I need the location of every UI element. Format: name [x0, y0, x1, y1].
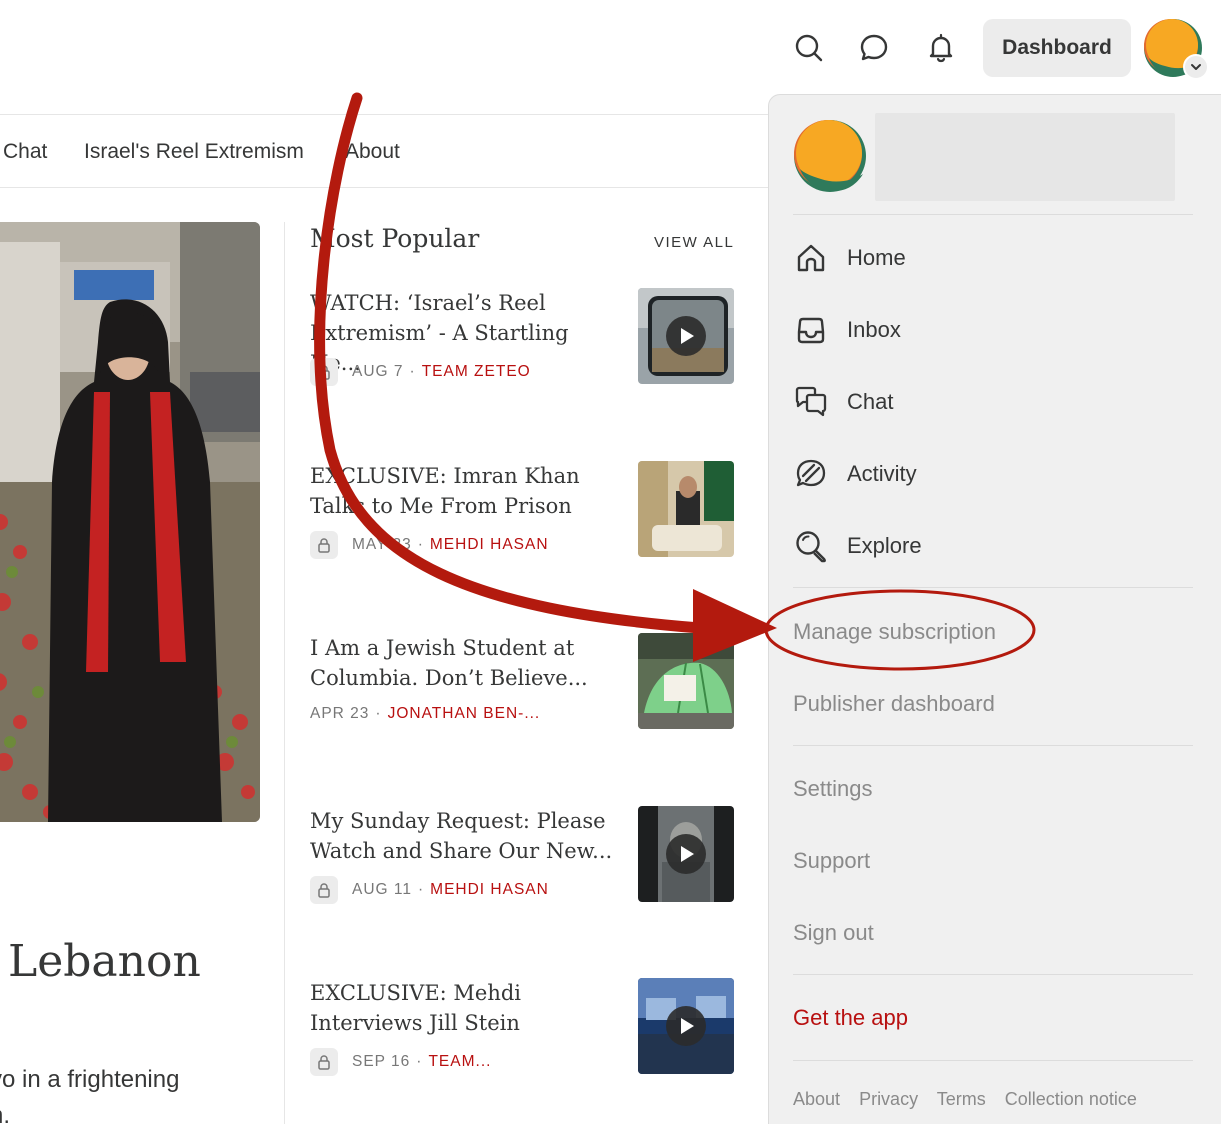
popular-post[interactable]: I Am a Jewish Student at Columbia. Don’t…: [310, 633, 734, 733]
post-title[interactable]: EXCLUSIVE: Imran Khan Talks to Me From P…: [310, 461, 626, 521]
meta-separator: ·: [409, 363, 416, 380]
post-author[interactable]: JONATHAN BEN-...: [388, 705, 541, 723]
account-dropdown-menu: Home Inbox Chat Activity Explore Manage …: [768, 94, 1221, 1124]
top-bar: Dashboard: [0, 0, 1221, 96]
menu-item-label: Explore: [847, 533, 922, 558]
meta-separator: ·: [375, 705, 382, 722]
article-subtitle-line: n.: [0, 1102, 11, 1124]
nav-item-chat[interactable]: Chat: [3, 140, 47, 164]
sign-out-link[interactable]: Sign out: [793, 920, 874, 946]
post-date: MAY 23: [352, 536, 412, 553]
bell-icon[interactable]: [921, 28, 961, 68]
popular-post[interactable]: WATCH: ‘Israel’s Reel Extremism’ - A Sta…: [310, 288, 734, 388]
inbox-icon: [793, 312, 829, 348]
post-meta: AUG 7 · TEAM ZETEO: [310, 358, 531, 386]
post-meta: AUG 11 · MEHDI HASAN: [310, 876, 549, 904]
home-icon: [793, 240, 829, 276]
popular-post[interactable]: My Sunday Request: Please Watch and Shar…: [310, 806, 734, 906]
post-thumbnail[interactable]: [638, 978, 734, 1074]
menu-item-explore[interactable]: Explore: [793, 521, 1193, 571]
menu-item-home[interactable]: Home: [793, 233, 1193, 283]
menu-item-chat[interactable]: Chat: [793, 377, 1193, 427]
support-link[interactable]: Support: [793, 848, 870, 874]
hero-image[interactable]: [0, 222, 260, 822]
menu-item-label: Chat: [847, 389, 894, 414]
meta-separator: ·: [418, 881, 425, 898]
post-thumbnail[interactable]: [638, 461, 734, 557]
post-author[interactable]: MEHDI HASAN: [430, 536, 549, 554]
dashboard-button[interactable]: Dashboard: [983, 19, 1131, 77]
nav-item-about[interactable]: About: [345, 140, 400, 164]
menu-item-activity[interactable]: Activity: [793, 449, 1193, 499]
activity-icon: [793, 456, 829, 492]
menu-item-inbox[interactable]: Inbox: [793, 305, 1193, 355]
chat-icon: [793, 384, 829, 420]
post-author[interactable]: TEAM...: [428, 1053, 491, 1071]
most-popular-heading: Most Popular: [310, 224, 480, 253]
menu-divider: [793, 745, 1193, 746]
menu-divider: [793, 214, 1193, 215]
nav-item-israels-reel-extremism[interactable]: Israel's Reel Extremism: [84, 140, 304, 164]
post-meta: MAY 23 · MEHDI HASAN: [310, 531, 549, 559]
post-date: AUG 11: [352, 881, 412, 898]
footer-privacy-link[interactable]: Privacy: [859, 1089, 918, 1109]
get-the-app-link[interactable]: Get the app: [793, 1005, 908, 1031]
article-title[interactable]: . Lebanon: [0, 936, 201, 987]
popular-post[interactable]: EXCLUSIVE: Mehdi Interviews Jill Stein S…: [310, 978, 734, 1078]
post-title[interactable]: EXCLUSIVE: Mehdi Interviews Jill Stein: [310, 978, 626, 1038]
column-divider: [284, 222, 285, 1124]
post-meta: SEP 16 · TEAM...: [310, 1048, 491, 1076]
post-date: APR 23: [310, 705, 370, 722]
post-date: AUG 7: [352, 363, 404, 380]
footer-about-link[interactable]: About: [793, 1089, 840, 1109]
search-icon[interactable]: [789, 28, 829, 68]
post-author[interactable]: MEHDI HASAN: [430, 881, 549, 899]
settings-link[interactable]: Settings: [793, 776, 873, 802]
menu-item-label: Activity: [847, 461, 917, 486]
menu-item-label: Inbox: [847, 317, 901, 342]
lock-icon: [310, 876, 338, 904]
post-author[interactable]: TEAM ZETEO: [422, 363, 531, 381]
footer-terms-link[interactable]: Terms: [937, 1089, 986, 1109]
post-title[interactable]: I Am a Jewish Student at Columbia. Don’t…: [310, 633, 626, 693]
view-all-link[interactable]: VIEW ALL: [654, 234, 734, 251]
menu-divider: [793, 1060, 1193, 1061]
chevron-down-icon[interactable]: [1183, 54, 1209, 80]
manage-subscription-link[interactable]: Manage subscription: [793, 619, 996, 645]
popular-post[interactable]: EXCLUSIVE: Imran Khan Talks to Me From P…: [310, 461, 734, 561]
post-thumbnail[interactable]: [638, 633, 734, 729]
explore-icon: [793, 528, 829, 564]
lock-icon: [310, 1048, 338, 1076]
post-title[interactable]: My Sunday Request: Please Watch and Shar…: [310, 806, 626, 866]
menu-divider: [793, 974, 1193, 975]
menu-user-name-placeholder: [875, 113, 1175, 201]
article-subtitle: vo in a frightening n.: [0, 1062, 179, 1124]
post-meta: APR 23 · JONATHAN BEN-...: [310, 705, 540, 723]
lock-icon: [310, 358, 338, 386]
footer-collection-notice-link[interactable]: Collection notice: [1005, 1089, 1137, 1109]
meta-separator: ·: [416, 1053, 423, 1070]
publisher-dashboard-link[interactable]: Publisher dashboard: [793, 691, 995, 717]
menu-user-avatar: [793, 119, 867, 193]
chat-bubble-icon[interactable]: [854, 28, 894, 68]
post-thumbnail[interactable]: [638, 288, 734, 384]
menu-divider: [793, 587, 1193, 588]
post-date: SEP 16: [352, 1053, 411, 1070]
post-thumbnail[interactable]: [638, 806, 734, 902]
meta-separator: ·: [417, 536, 424, 553]
publication-nav: Chat Israel's Reel Extremism About: [0, 114, 780, 188]
menu-item-label: Home: [847, 245, 906, 270]
article-subtitle-line: vo in a frightening: [0, 1066, 180, 1093]
lock-icon: [310, 531, 338, 559]
menu-footer: About Privacy Terms Collection notice: [793, 1089, 1151, 1110]
